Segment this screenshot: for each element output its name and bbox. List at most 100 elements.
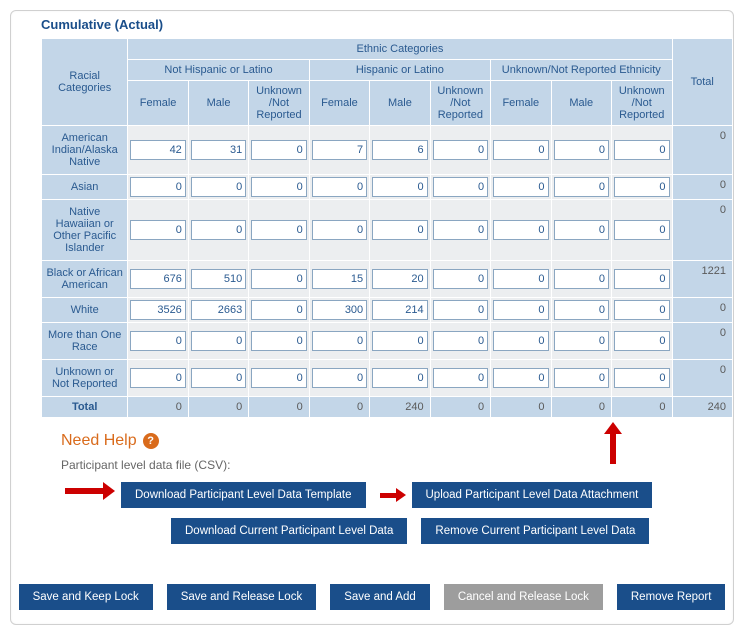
upload-attachment-button[interactable]: Upload Participant Level Data Attachment xyxy=(412,482,653,508)
data-input[interactable] xyxy=(433,331,488,351)
data-input[interactable] xyxy=(614,300,670,320)
data-cell xyxy=(551,323,611,360)
arrow-icon xyxy=(380,493,398,498)
data-input[interactable] xyxy=(433,220,488,240)
data-input[interactable] xyxy=(493,331,548,351)
data-input[interactable] xyxy=(191,140,246,160)
data-input[interactable] xyxy=(554,140,609,160)
data-input[interactable] xyxy=(493,368,548,388)
data-input[interactable] xyxy=(191,300,246,320)
data-cell xyxy=(128,360,188,397)
column-total: 0 xyxy=(491,397,551,418)
data-input[interactable] xyxy=(312,300,367,320)
data-input[interactable] xyxy=(312,220,367,240)
data-input[interactable] xyxy=(614,331,670,351)
data-input[interactable] xyxy=(614,140,670,160)
data-input[interactable] xyxy=(251,368,306,388)
bottom-button-row: Save and Keep Lock Save and Release Lock… xyxy=(11,560,733,624)
data-input[interactable] xyxy=(130,220,185,240)
data-input[interactable] xyxy=(493,140,548,160)
data-input[interactable] xyxy=(554,220,609,240)
total-header: Total xyxy=(672,39,733,126)
data-input[interactable] xyxy=(191,269,246,289)
column-total: 0 xyxy=(249,397,309,418)
data-cell xyxy=(128,175,188,200)
remove-current-button[interactable]: Remove Current Participant Level Data xyxy=(421,518,649,544)
data-input[interactable] xyxy=(433,368,488,388)
data-input[interactable] xyxy=(372,331,427,351)
data-input[interactable] xyxy=(191,368,246,388)
data-input[interactable] xyxy=(312,269,367,289)
data-input[interactable] xyxy=(372,177,427,197)
column-total: 0 xyxy=(128,397,188,418)
data-cell xyxy=(249,126,309,175)
data-input[interactable] xyxy=(614,368,670,388)
section-title: Cumulative (Actual) xyxy=(11,11,733,38)
save-add-button[interactable]: Save and Add xyxy=(330,584,430,610)
data-input[interactable] xyxy=(433,300,488,320)
data-input[interactable] xyxy=(251,269,306,289)
data-input[interactable] xyxy=(251,140,306,160)
data-input[interactable] xyxy=(312,368,367,388)
data-input[interactable] xyxy=(312,331,367,351)
data-input[interactable] xyxy=(554,269,609,289)
column-total: 240 xyxy=(370,397,430,418)
data-input[interactable] xyxy=(372,140,427,160)
row-total: 0 xyxy=(672,126,733,175)
data-input[interactable] xyxy=(251,177,306,197)
data-cell xyxy=(370,126,430,175)
data-cell xyxy=(309,200,369,261)
row-total: 0 xyxy=(672,298,733,323)
data-input[interactable] xyxy=(614,220,670,240)
data-input[interactable] xyxy=(493,300,548,320)
data-input[interactable] xyxy=(191,177,246,197)
save-keep-lock-button[interactable]: Save and Keep Lock xyxy=(19,584,153,610)
save-release-lock-button[interactable]: Save and Release Lock xyxy=(167,584,316,610)
data-input[interactable] xyxy=(312,140,367,160)
data-cell xyxy=(491,323,551,360)
data-input[interactable] xyxy=(130,140,185,160)
data-input[interactable] xyxy=(130,300,185,320)
data-input[interactable] xyxy=(554,300,609,320)
data-input[interactable] xyxy=(372,368,427,388)
data-input[interactable] xyxy=(130,368,185,388)
download-template-button[interactable]: Download Participant Level Data Template xyxy=(121,482,366,508)
help-icon[interactable]: ? xyxy=(143,433,159,449)
data-input[interactable] xyxy=(191,220,246,240)
data-cell xyxy=(309,360,369,397)
data-cell xyxy=(188,175,248,200)
data-input[interactable] xyxy=(251,300,306,320)
data-input[interactable] xyxy=(554,331,609,351)
enrollment-table: Racial Categories Ethnic Categories Tota… xyxy=(41,38,733,418)
data-input[interactable] xyxy=(493,269,548,289)
data-input[interactable] xyxy=(251,331,306,351)
data-input[interactable] xyxy=(312,177,367,197)
data-input[interactable] xyxy=(130,331,185,351)
data-input[interactable] xyxy=(433,177,488,197)
group-hispanic: Hispanic or Latino xyxy=(309,60,490,81)
download-current-button[interactable]: Download Current Participant Level Data xyxy=(171,518,407,544)
data-input[interactable] xyxy=(130,269,185,289)
data-input[interactable] xyxy=(372,269,427,289)
data-input[interactable] xyxy=(433,269,488,289)
data-input[interactable] xyxy=(554,368,609,388)
data-input[interactable] xyxy=(372,220,427,240)
data-input[interactable] xyxy=(554,177,609,197)
data-input[interactable] xyxy=(433,140,488,160)
remove-report-button[interactable]: Remove Report xyxy=(617,584,726,610)
subheader-cell: Male xyxy=(551,81,611,126)
data-input[interactable] xyxy=(191,331,246,351)
data-cell xyxy=(611,175,672,200)
data-input[interactable] xyxy=(372,300,427,320)
data-input[interactable] xyxy=(130,177,185,197)
data-input[interactable] xyxy=(493,177,548,197)
data-cell xyxy=(370,360,430,397)
data-input[interactable] xyxy=(251,220,306,240)
column-total: 0 xyxy=(188,397,248,418)
cancel-release-lock-button[interactable]: Cancel and Release Lock xyxy=(444,584,603,610)
data-cell xyxy=(188,200,248,261)
data-input[interactable] xyxy=(614,269,670,289)
data-input[interactable] xyxy=(493,220,548,240)
data-input[interactable] xyxy=(614,177,670,197)
subheader-cell: Unknown /Not Reported xyxy=(611,81,672,126)
